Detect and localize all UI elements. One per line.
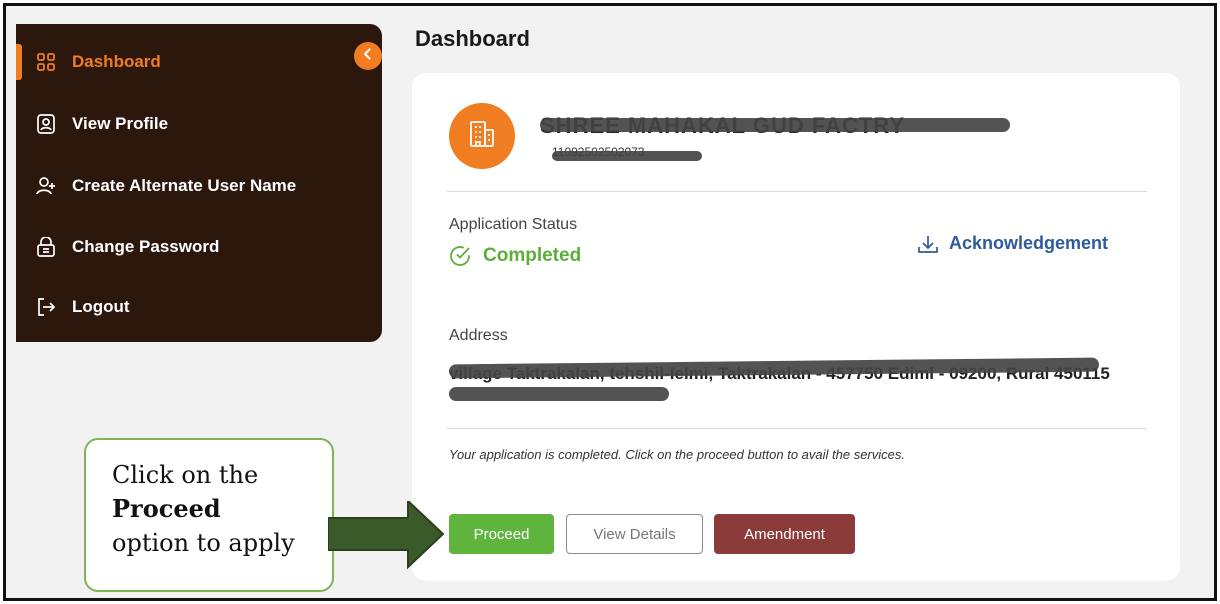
sidebar: Dashboard View Profile Create Alternate … — [16, 24, 382, 342]
check-circle-icon — [449, 245, 471, 267]
sidebar-item-label: Logout — [72, 297, 130, 316]
sidebar-item-create-alternate-user-name[interactable]: Create Alternate User Name — [16, 166, 376, 206]
view-details-button[interactable]: View Details — [566, 514, 703, 554]
sidebar-item-change-password[interactable]: Change Password — [16, 227, 376, 267]
sidebar-item-label: Create Alternate User Name — [72, 176, 297, 195]
screenshot-frame: Dashboard View Profile Create Alternate … — [3, 3, 1217, 601]
organization-avatar — [449, 103, 515, 169]
instruction-callout: Click on the Proceed option to apply — [84, 438, 334, 592]
callout-line: option to apply — [112, 529, 295, 557]
application-status-label: Application Status — [449, 216, 578, 233]
building-icon — [467, 119, 497, 154]
redaction-mark — [540, 118, 1010, 132]
sidebar-collapse-button[interactable] — [354, 42, 382, 70]
redaction-mark — [552, 151, 702, 161]
sidebar-item-dashboard[interactable]: Dashboard — [16, 42, 376, 82]
grid-icon — [35, 51, 57, 73]
proceed-button[interactable]: Proceed — [449, 514, 554, 554]
download-icon — [917, 234, 939, 254]
status-text: Completed — [483, 245, 582, 266]
sidebar-item-label: Dashboard — [72, 52, 161, 71]
profile-icon — [35, 113, 57, 135]
status-badge: Completed — [449, 245, 581, 267]
application-card: SHREE MAHAKAL GUD FACTRY 11092502502073 … — [412, 73, 1180, 581]
acknowledgement-label: Acknowledgement — [949, 233, 1109, 253]
page-title: Dashboard — [415, 26, 530, 51]
callout-line-bold: Proceed — [112, 494, 221, 523]
logout-icon — [35, 296, 57, 318]
divider — [447, 428, 1147, 429]
sidebar-item-view-profile[interactable]: View Profile — [16, 104, 376, 144]
lock-icon — [35, 236, 57, 258]
callout-line: Click on the — [112, 461, 259, 489]
sidebar-item-label: Change Password — [72, 237, 220, 256]
amendment-button[interactable]: Amendment — [714, 514, 855, 554]
acknowledgement-link[interactable]: Acknowledgement — [917, 233, 1108, 254]
sidebar-item-logout[interactable]: Logout — [16, 287, 376, 327]
completion-note: Your application is completed. Click on … — [449, 447, 905, 462]
add-user-icon — [35, 175, 57, 197]
active-indicator — [16, 44, 22, 80]
sidebar-item-label: View Profile — [72, 114, 169, 133]
address-label: Address — [449, 327, 508, 344]
chevron-left-icon — [363, 47, 373, 65]
divider — [447, 191, 1147, 192]
arrow-right-icon — [328, 501, 445, 570]
redaction-mark — [449, 387, 669, 401]
